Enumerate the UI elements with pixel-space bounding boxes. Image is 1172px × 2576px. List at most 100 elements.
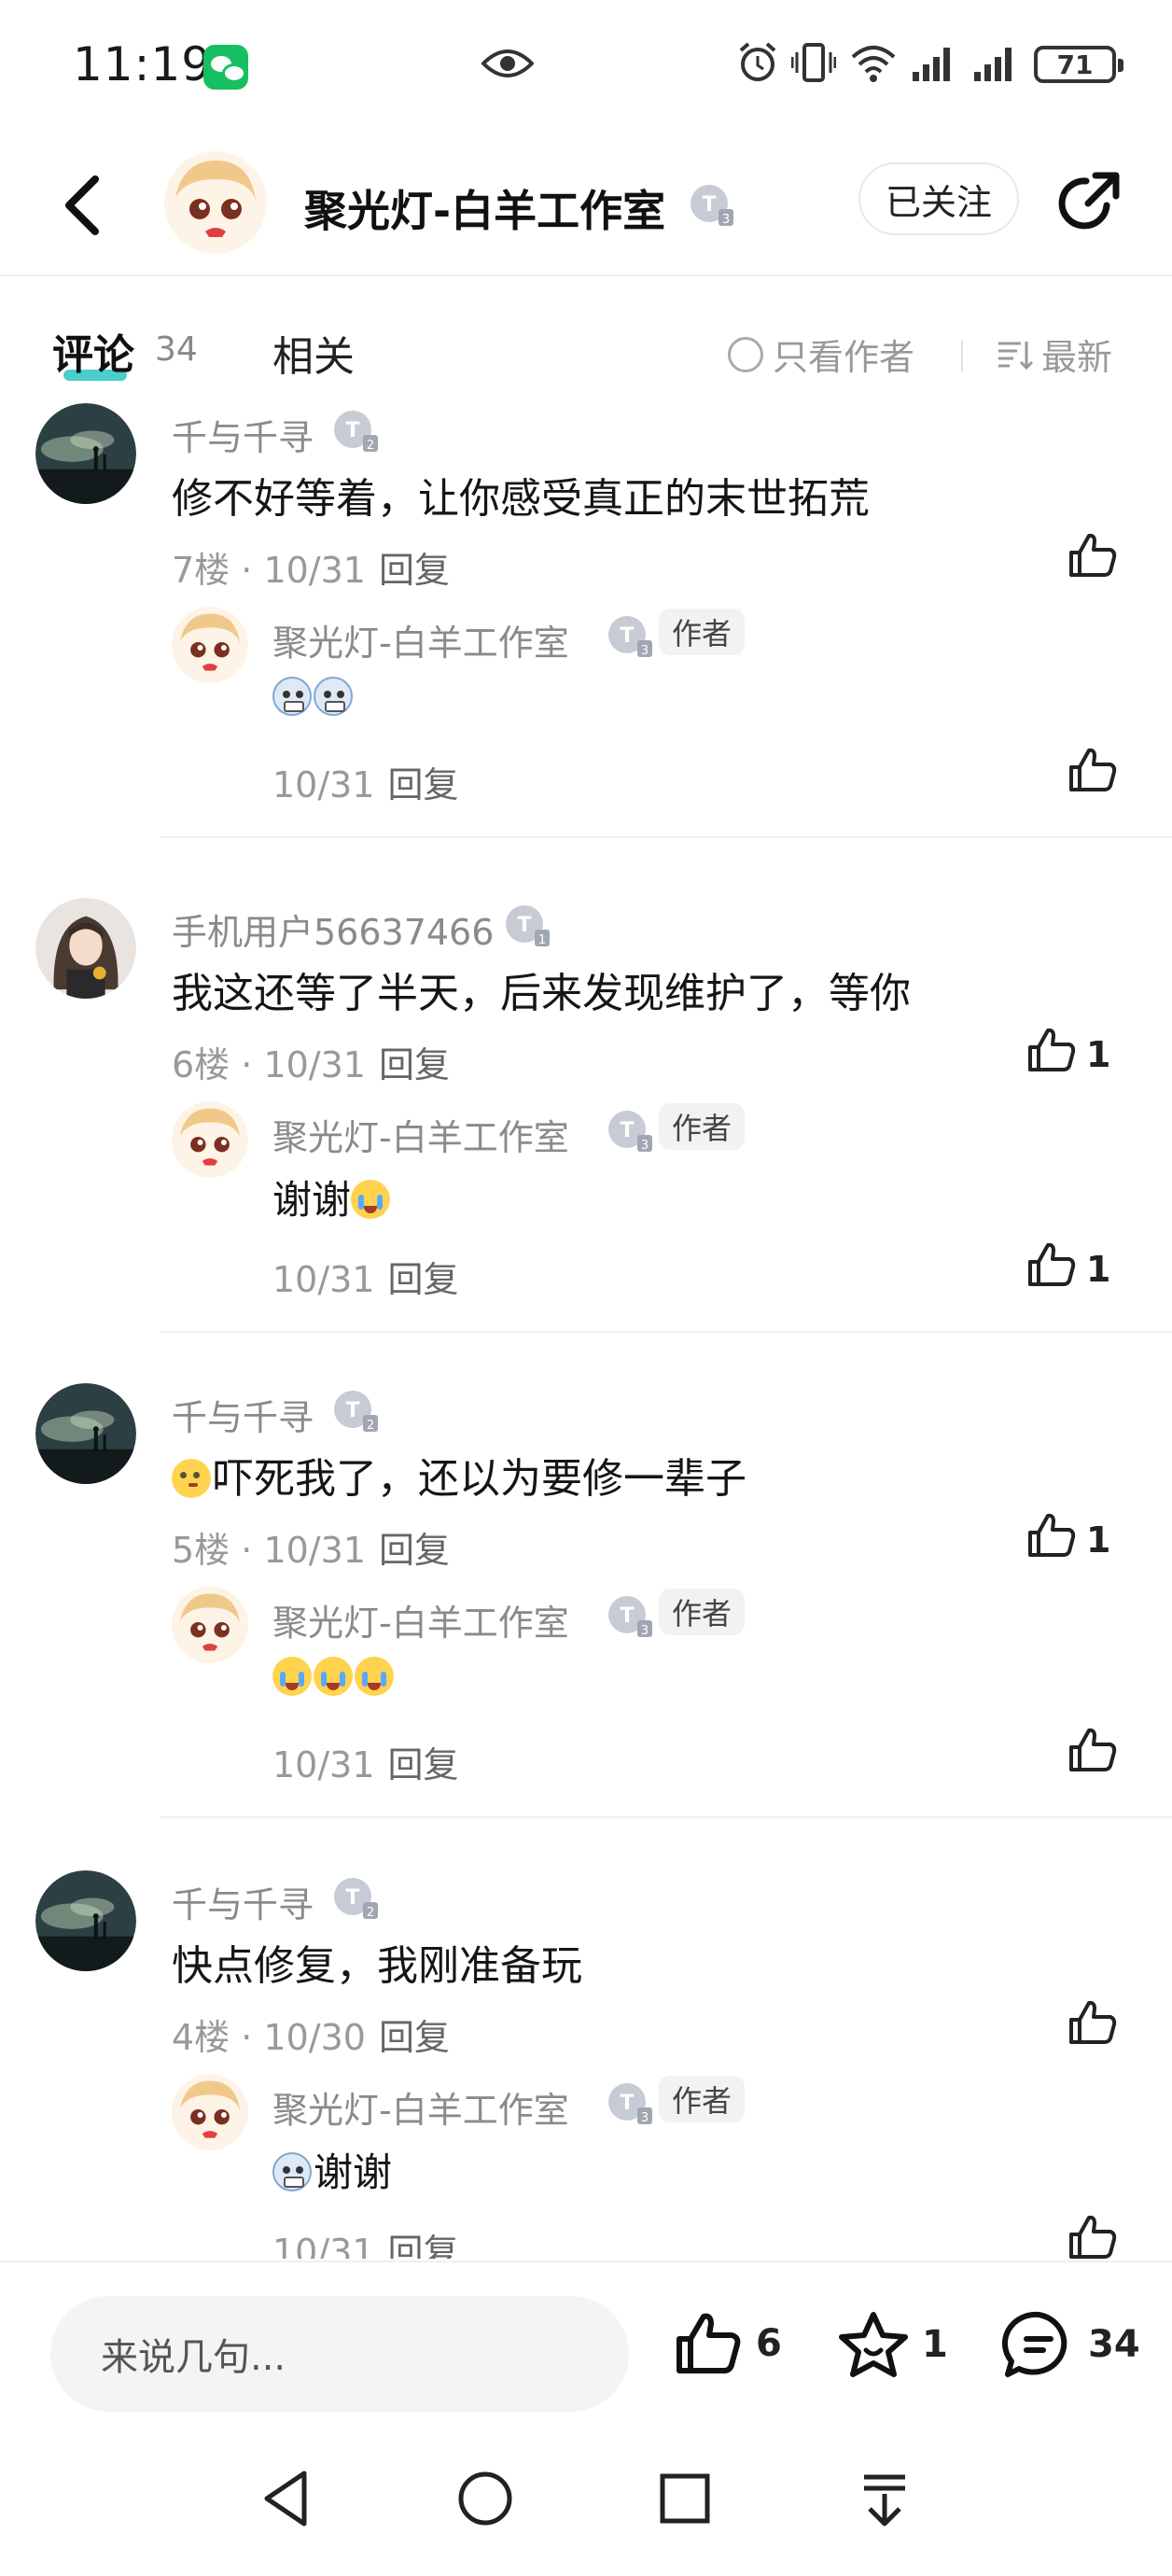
reply-username[interactable]: 聚光灯-白羊工作室 bbox=[272, 1109, 569, 1160]
wechat-icon bbox=[203, 45, 248, 90]
comment-text: 吓死我了，还以为要修一辈子 bbox=[172, 1445, 746, 1505]
status-bar: 11:19 71 bbox=[0, 0, 1172, 131]
comments-button[interactable]: 34 bbox=[1002, 2311, 1140, 2378]
reply-author-avatar[interactable] bbox=[172, 1101, 248, 1178]
follow-button[interactable]: 已关注 bbox=[858, 162, 1019, 235]
reply-author-avatar[interactable] bbox=[172, 1587, 248, 1663]
reply-button[interactable]: 回复 bbox=[388, 2232, 459, 2259]
share-icon bbox=[1058, 172, 1120, 230]
nav-home-button[interactable] bbox=[455, 2466, 515, 2535]
reply-button[interactable]: 回复 bbox=[379, 550, 450, 591]
thumbs-up-icon bbox=[1026, 1241, 1077, 1296]
svg-text:3: 3 bbox=[641, 1139, 649, 1153]
cry-emoji-icon bbox=[314, 1657, 353, 1696]
hide-nav-icon bbox=[864, 2474, 905, 2527]
svg-text:2: 2 bbox=[367, 1419, 374, 1433]
app-screen: 11:19 71 聚光灯-白羊工作室 T 3 已关注 评论 34 相关 只看作者… bbox=[0, 0, 1172, 2576]
triangle-back-icon bbox=[264, 2471, 307, 2527]
author-only-label: 只看作者 bbox=[773, 337, 915, 378]
like-button[interactable]: 6 bbox=[674, 2311, 782, 2376]
reply-date: 10/31 bbox=[272, 764, 375, 805]
level-badge-icon: T2 bbox=[332, 1874, 381, 1925]
reply-username[interactable]: 聚光灯-白羊工作室 bbox=[272, 2081, 569, 2133]
reply-button[interactable]: 回复 bbox=[388, 764, 459, 805]
status-icons: 71 bbox=[737, 41, 1123, 88]
reply-button[interactable]: 回复 bbox=[388, 1744, 459, 1785]
comment-like-button[interactable] bbox=[1067, 1999, 1127, 2054]
thumbs-up-icon bbox=[1026, 1512, 1077, 1567]
tab-comments[interactable]: 评论 bbox=[52, 321, 134, 381]
comment-meta: 6楼 · 10/31 回复 bbox=[172, 1044, 450, 1085]
reply-text: 谢谢 bbox=[272, 1169, 392, 1225]
comment-like-button[interactable]: 1 bbox=[1026, 1027, 1110, 1082]
thumbs-up-icon bbox=[1067, 532, 1118, 587]
level-badge-icon: T3 bbox=[689, 181, 735, 231]
author-only-filter[interactable]: 只看作者 bbox=[728, 329, 914, 380]
reply-meta: 10/31 回复 bbox=[272, 2223, 459, 2259]
sort-button[interactable]: 最新 bbox=[997, 329, 1112, 380]
reply-username[interactable]: 聚光灯-白羊工作室 bbox=[272, 1594, 569, 1645]
tab-related[interactable]: 相关 bbox=[272, 323, 355, 383]
svg-text:T: T bbox=[620, 1119, 634, 1142]
svg-text:T: T bbox=[345, 419, 359, 442]
comment-username[interactable]: 手机用户56637466 bbox=[172, 903, 494, 955]
nav-recents-button[interactable] bbox=[655, 2466, 715, 2535]
comment-list: 千与千寻 T 2 修不好等着，让你感受真正的末世拓荒 7楼 · 10/31 回复 聚光灯-白… bbox=[0, 401, 1172, 2259]
comment-bubble-icon bbox=[1002, 2311, 1067, 2377]
user-avatar[interactable] bbox=[35, 1870, 136, 1971]
svg-text:2: 2 bbox=[367, 1906, 374, 1920]
reply-like-button[interactable] bbox=[1067, 1727, 1127, 1782]
reply-date: 10/31 bbox=[272, 1744, 375, 1785]
user-avatar[interactable] bbox=[35, 898, 136, 999]
reply-like-button[interactable]: 1 bbox=[1026, 1241, 1110, 1296]
system-nav-bar bbox=[0, 2427, 1172, 2576]
comment-like-button[interactable] bbox=[1067, 532, 1127, 587]
reply-username[interactable]: 聚光灯-白羊工作室 bbox=[272, 614, 569, 665]
author-tag: 作者 bbox=[659, 609, 746, 655]
status-time: 11:19 bbox=[73, 37, 213, 91]
comment-meta: 4楼 · 10/30 回复 bbox=[172, 2017, 450, 2058]
svg-text:T: T bbox=[345, 1399, 359, 1422]
comment-date: 10/30 bbox=[263, 2017, 366, 2058]
favorite-count: 1 bbox=[922, 2323, 948, 2366]
reply-like-button[interactable] bbox=[1067, 2214, 1127, 2259]
reply-meta: 10/31 回复 bbox=[272, 1251, 459, 1302]
page-title: 聚光灯-白羊工作室 bbox=[304, 186, 666, 236]
level-badge-icon: T2 bbox=[332, 1387, 381, 1437]
nav-back-button[interactable] bbox=[258, 2466, 314, 2535]
comments-count: 34 bbox=[155, 330, 198, 369]
author-avatar[interactable] bbox=[164, 151, 267, 254]
circle-home-icon bbox=[458, 2471, 512, 2526]
favorite-button[interactable]: 1 bbox=[838, 2311, 948, 2378]
reply-button[interactable]: 回复 bbox=[379, 1530, 450, 1571]
reply-text bbox=[272, 674, 355, 720]
comment-username[interactable]: 千与千寻 bbox=[172, 1389, 314, 1440]
comment-input[interactable]: 来说几句... bbox=[50, 2296, 629, 2412]
reply-author-avatar[interactable] bbox=[172, 607, 248, 683]
level-badge-icon: T3 bbox=[607, 612, 655, 663]
nav-menu-button[interactable] bbox=[858, 2466, 911, 2535]
share-button[interactable] bbox=[1053, 168, 1123, 243]
comment-like-button[interactable]: 1 bbox=[1026, 1512, 1110, 1567]
square-recents-icon bbox=[660, 2473, 710, 2524]
reply-like-button[interactable] bbox=[1067, 747, 1127, 802]
bottom-action-bar: 来说几句... 6 1 34 bbox=[0, 2261, 1172, 2419]
reply-author-avatar[interactable] bbox=[172, 2074, 248, 2150]
comment-text: 修不好等着，让你感受真正的末世拓荒 bbox=[172, 475, 870, 523]
wifi-icon bbox=[849, 42, 898, 87]
comment-date: 10/31 bbox=[263, 1530, 366, 1571]
user-avatar[interactable] bbox=[35, 1383, 136, 1484]
reply-button[interactable]: 回复 bbox=[379, 1044, 450, 1085]
reply-button[interactable]: 回复 bbox=[388, 1259, 459, 1300]
reply-meta: 10/31 回复 bbox=[272, 1736, 459, 1787]
level-badge-icon: T2 bbox=[332, 407, 381, 457]
post-header: 聚光灯-白羊工作室 T3 已关注 bbox=[0, 140, 1172, 276]
comment-username[interactable]: 千与千寻 bbox=[172, 409, 314, 460]
cold-emoji-icon bbox=[314, 677, 353, 716]
back-button[interactable] bbox=[58, 168, 114, 243]
reply-date: 10/31 bbox=[272, 2232, 375, 2259]
user-avatar[interactable] bbox=[35, 403, 136, 504]
reply-button[interactable]: 回复 bbox=[379, 2017, 450, 2058]
comment-username[interactable]: 千与千寻 bbox=[172, 1876, 314, 1927]
star-icon bbox=[839, 2312, 908, 2377]
